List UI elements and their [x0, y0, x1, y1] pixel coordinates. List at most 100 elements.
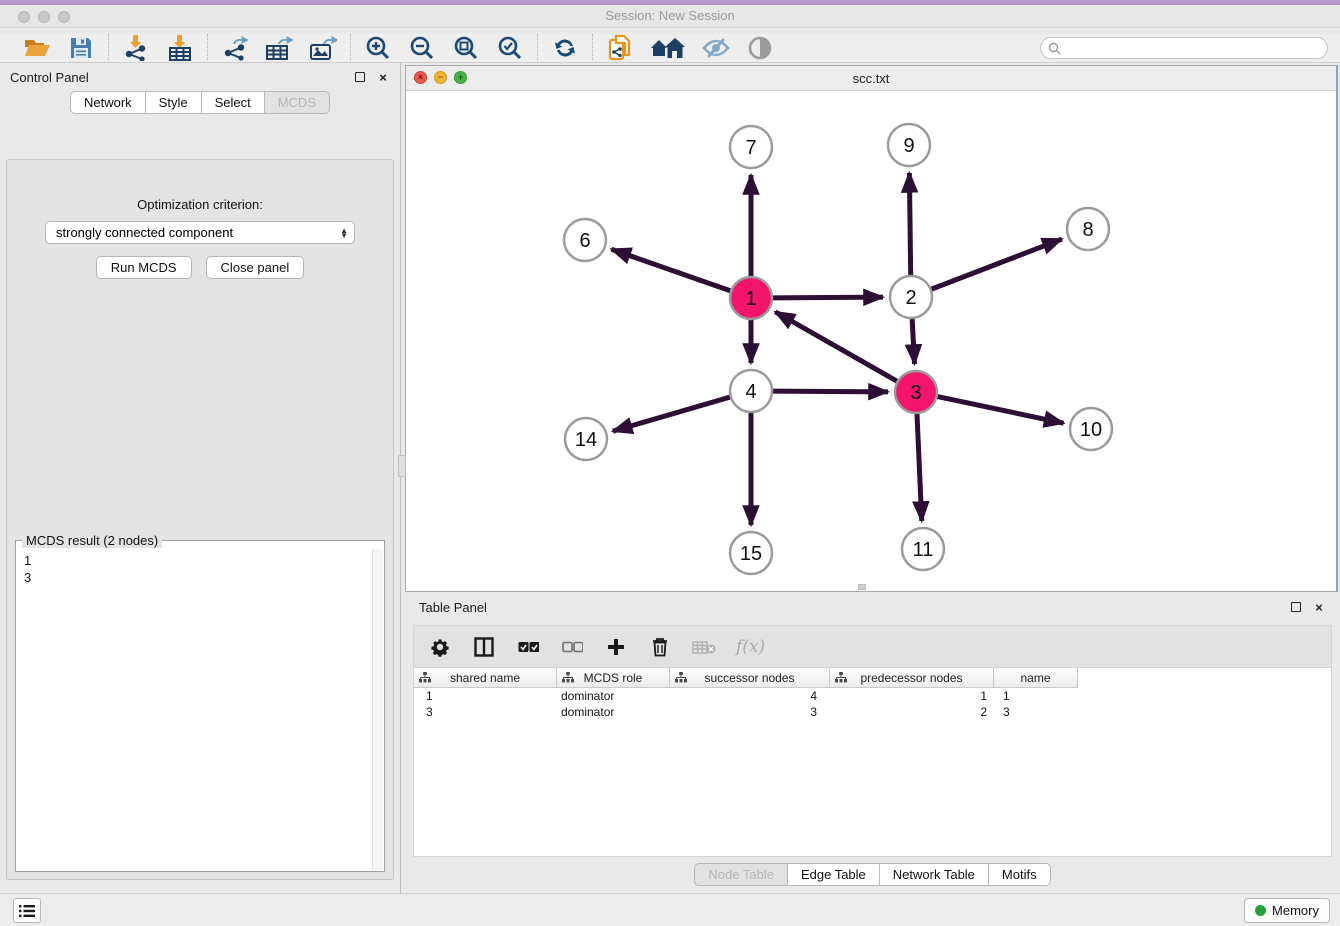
edge-2-3[interactable]: [912, 319, 914, 364]
network-graph[interactable]: 1 2 3 4 6 7 8 9 10 11 14 15: [406, 91, 1337, 591]
title-bar: Session: New Session: [0, 0, 1340, 28]
node-6[interactable]: 6: [564, 219, 606, 261]
column-layout-icon[interactable]: [472, 635, 496, 659]
node-label: 4: [745, 381, 756, 403]
node-14[interactable]: 14: [565, 418, 607, 460]
maximize-view-icon[interactable]: +: [454, 71, 467, 84]
home-icon[interactable]: [650, 35, 686, 61]
table-tabs: Node TableEdge TableNetwork TableMotifs: [405, 863, 1340, 886]
edge-4-3[interactable]: [773, 391, 888, 392]
delete-table-icon[interactable]: [692, 635, 716, 659]
function-builder-icon[interactable]: f(x): [736, 637, 765, 657]
export-image-icon[interactable]: [309, 35, 337, 61]
mcds-panel: Optimization criterion: strongly connect…: [6, 159, 394, 880]
fit-content-icon[interactable]: [452, 35, 480, 61]
column-header-predecessor-nodes[interactable]: predecessor nodes: [830, 668, 994, 688]
column-header-MCDS-role[interactable]: MCDS role: [557, 668, 670, 688]
show-circle-icon[interactable]: [746, 35, 774, 61]
node-label: 9: [903, 135, 914, 157]
import-table-icon[interactable]: [166, 35, 194, 61]
hide-eye-icon[interactable]: [702, 35, 730, 61]
node-table[interactable]: shared nameMCDS rolesuccessor nodesprede…: [413, 668, 1332, 857]
zoom-out-icon[interactable]: [408, 35, 436, 61]
table-tab-edge-table[interactable]: Edge Table: [787, 863, 879, 886]
tab-style[interactable]: Style: [145, 91, 201, 114]
main-toolbar: [0, 34, 1340, 63]
edge-1-6[interactable]: [611, 249, 730, 291]
node-1[interactable]: 1: [730, 277, 772, 319]
result-item: 1: [24, 552, 372, 569]
import-network-icon[interactable]: [122, 35, 150, 61]
close-view-icon[interactable]: ×: [414, 71, 427, 84]
select-all-checks-icon[interactable]: [516, 635, 540, 659]
edge-2-9[interactable]: [909, 173, 910, 275]
mcds-result-list[interactable]: 13: [17, 549, 372, 870]
delete-icon[interactable]: [648, 635, 672, 659]
node-8[interactable]: 8: [1067, 208, 1109, 250]
save-session-icon[interactable]: [67, 35, 95, 61]
network-canvas[interactable]: 1 2 3 4 6 7 8 9 10 11 14 15: [406, 91, 1336, 591]
table-tab-node-table[interactable]: Node Table: [694, 863, 787, 886]
mcds-result-box: MCDS result (2 nodes) 13: [15, 540, 385, 872]
run-mcds-button[interactable]: Run MCDS: [96, 256, 192, 279]
node-11[interactable]: 11: [902, 528, 944, 570]
zoom-selected-icon[interactable]: [496, 35, 524, 61]
refresh-icon[interactable]: [551, 35, 579, 61]
node-label: 2: [905, 287, 916, 309]
table-tab-network-table[interactable]: Network Table: [879, 863, 988, 886]
close-panel-button[interactable]: Close panel: [206, 256, 305, 279]
close-table-panel-icon[interactable]: ×: [1312, 601, 1326, 614]
column-header-successor-nodes[interactable]: successor nodes: [670, 668, 830, 688]
tab-mcds[interactable]: MCDS: [264, 91, 330, 114]
close-panel-icon[interactable]: ×: [376, 71, 390, 84]
tab-network[interactable]: Network: [70, 91, 145, 114]
list-icon: [19, 904, 35, 918]
add-icon[interactable]: [604, 635, 628, 659]
task-history-button[interactable]: [13, 898, 41, 923]
export-network-icon[interactable]: [221, 35, 249, 61]
table-row[interactable]: 3dominator323: [414, 704, 1331, 720]
export-table-icon[interactable]: [265, 35, 293, 61]
zoom-in-icon[interactable]: [364, 35, 392, 61]
table-cell: 4: [670, 688, 830, 704]
node-3[interactable]: 3: [895, 371, 937, 413]
search-input[interactable]: [1065, 39, 1327, 57]
tab-select[interactable]: Select: [201, 91, 264, 114]
float-table-panel-icon[interactable]: [1289, 601, 1303, 614]
open-session-icon[interactable]: [23, 35, 51, 61]
deselect-checks-icon[interactable]: [560, 635, 584, 659]
node-7[interactable]: 7: [730, 126, 772, 168]
node-2[interactable]: 2: [890, 276, 932, 318]
copy-network-icon[interactable]: [606, 35, 634, 61]
network-window-controls[interactable]: × − +: [414, 71, 467, 84]
search-box[interactable]: [1040, 37, 1328, 59]
edge-3-1[interactable]: [775, 312, 897, 381]
control-panel-tabs: NetworkStyleSelectMCDS: [0, 91, 400, 114]
node-10[interactable]: 10: [1070, 408, 1112, 450]
minimize-view-icon[interactable]: −: [434, 71, 447, 84]
column-header-shared-name[interactable]: shared name: [414, 668, 557, 688]
control-panel: Control Panel × NetworkStyleSelectMCDS O…: [0, 63, 401, 893]
table-cell: dominator: [557, 688, 670, 704]
edge-1-2[interactable]: [773, 297, 883, 298]
table-row[interactable]: 1dominator411: [414, 688, 1331, 704]
panel-splitter-handle[interactable]: [398, 455, 406, 477]
criterion-dropdown[interactable]: strongly connected component ▲▼: [45, 221, 355, 244]
node-9[interactable]: 9: [888, 124, 930, 166]
node-4[interactable]: 4: [730, 370, 772, 412]
result-scrollbar[interactable]: [372, 549, 383, 870]
edge-4-14[interactable]: [613, 397, 730, 431]
node-15[interactable]: 15: [730, 532, 772, 574]
gear-icon[interactable]: [428, 635, 452, 659]
edge-3-11[interactable]: [917, 414, 922, 521]
canvas-drag-handle[interactable]: [858, 584, 866, 590]
table-cell: 1: [414, 688, 557, 704]
column-header-name[interactable]: name: [994, 668, 1078, 688]
table-tab-motifs[interactable]: Motifs: [988, 863, 1051, 886]
window-title: Session: New Session: [0, 8, 1340, 23]
node-label: 1: [745, 288, 756, 310]
edge-3-10[interactable]: [938, 397, 1064, 424]
float-panel-icon[interactable]: [353, 71, 367, 84]
edge-2-8[interactable]: [932, 239, 1062, 289]
memory-button[interactable]: Memory: [1244, 898, 1330, 923]
